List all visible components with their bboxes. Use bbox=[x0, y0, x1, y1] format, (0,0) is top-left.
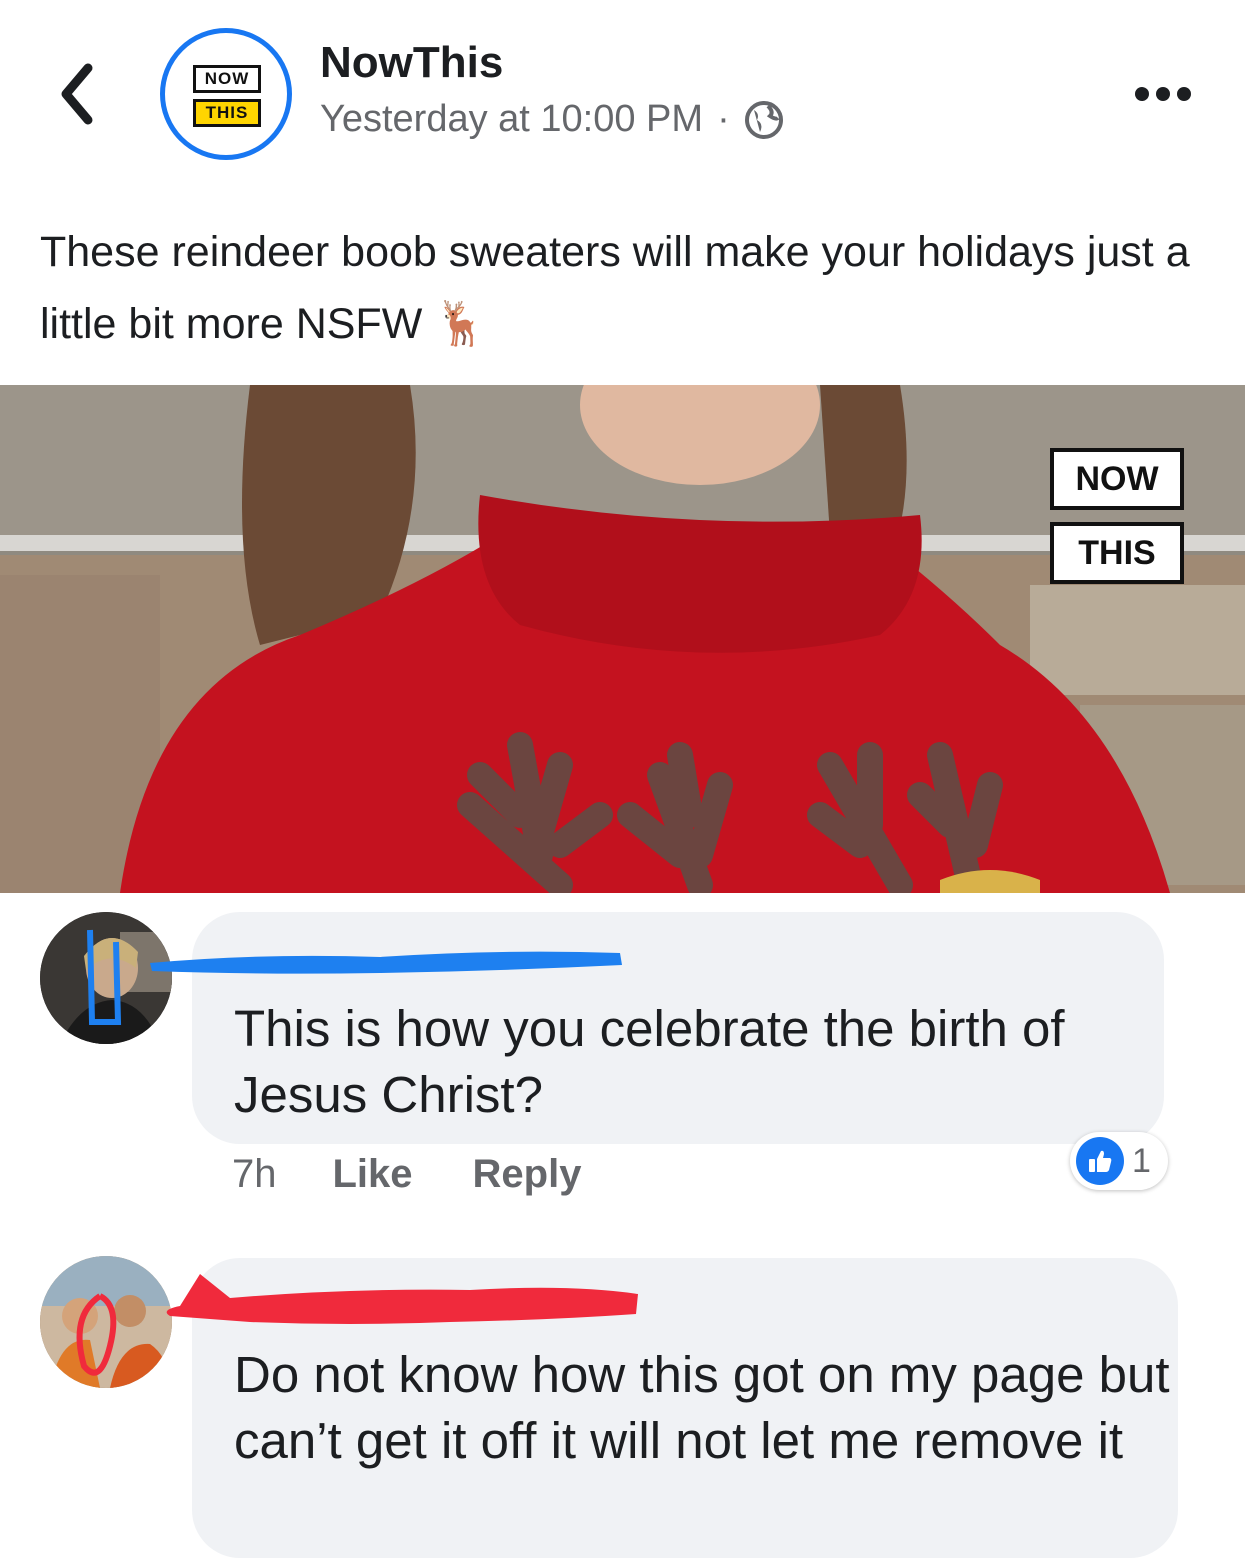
back-button[interactable] bbox=[52, 58, 112, 130]
deer-emoji: 🦌 bbox=[434, 300, 488, 348]
nowthis-watermark: NOW THIS bbox=[1050, 448, 1186, 584]
meta-separator: · bbox=[717, 98, 730, 140]
comment-text: This is how you celebrate the birth of J… bbox=[234, 1000, 1065, 1123]
redacted-name-scribble bbox=[166, 1274, 638, 1324]
thumbs-up-icon bbox=[1076, 1137, 1124, 1185]
page-avatar[interactable]: NOW THIS bbox=[160, 28, 292, 160]
watermark-now: NOW bbox=[1050, 448, 1184, 510]
redacted-name-scribble bbox=[150, 951, 622, 974]
comment-actions: 7h Like Reply bbox=[232, 1152, 581, 1197]
reaction-count: 1 bbox=[1132, 1141, 1151, 1180]
globe-icon[interactable] bbox=[744, 100, 784, 140]
reaction-count-badge[interactable]: 1 bbox=[1070, 1132, 1168, 1190]
watermark-this: THIS bbox=[1050, 522, 1184, 584]
comment-time[interactable]: 7h bbox=[232, 1152, 277, 1197]
post-caption: These reindeer boob sweaters will make y… bbox=[40, 216, 1220, 360]
caption-text: These reindeer boob sweaters will make y… bbox=[40, 228, 1190, 348]
page-name[interactable]: NowThis bbox=[320, 38, 503, 88]
comment-text: Do not know how this got on my page but … bbox=[234, 1346, 1170, 1469]
reply-button[interactable]: Reply bbox=[473, 1152, 582, 1197]
logo-this-label: THIS bbox=[193, 99, 261, 127]
more-options-icon bbox=[1135, 87, 1191, 101]
chevron-left-icon bbox=[61, 63, 93, 125]
like-button[interactable]: Like bbox=[333, 1152, 413, 1197]
post-time[interactable]: Yesterday at 10:00 PM bbox=[320, 98, 703, 141]
more-options-button[interactable] bbox=[1128, 74, 1198, 114]
post-meta: Yesterday at 10:00 PM · bbox=[320, 98, 784, 141]
logo-now-label: NOW bbox=[193, 65, 261, 93]
